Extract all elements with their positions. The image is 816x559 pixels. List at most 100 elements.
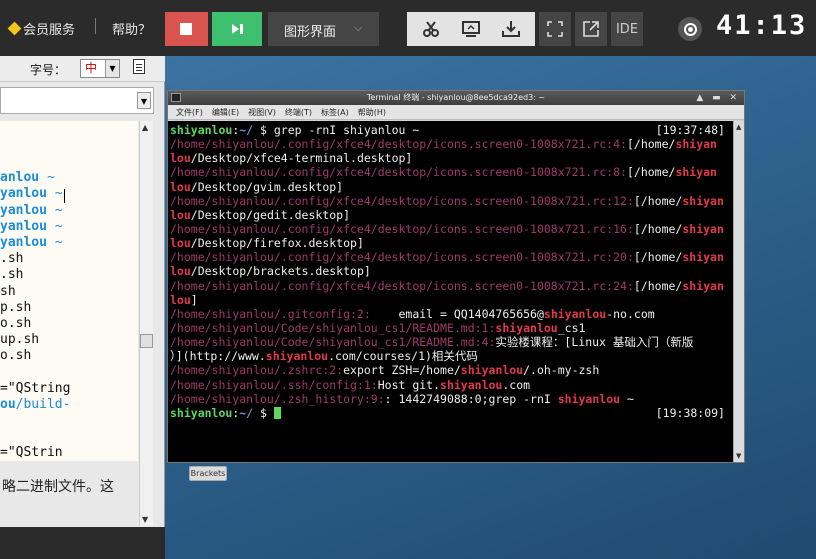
font-size-label: 字号： — [30, 63, 67, 77]
terminal-text: [/home/ — [633, 193, 683, 208]
scroll-up-icon[interactable]: ▲ — [142, 123, 148, 132]
terminal-text: shiyanlou — [170, 405, 233, 420]
terminal-line: lou/Desktop/gedit.desktop] — [170, 208, 733, 222]
fullscreen-button[interactable] — [539, 12, 571, 46]
prompt-timestamp: [19:37:48] — [655, 123, 725, 137]
terminal-text: [/home/ — [633, 278, 683, 293]
terminal-line: /home/shiyanlou/.config/xfce4/desktop/ic… — [170, 137, 733, 151]
code-highlight: anlou — [0, 170, 40, 186]
terminal-line: /home/shiyanlou/.config/xfce4/desktop/ic… — [170, 194, 733, 208]
stop-button[interactable] — [165, 12, 208, 46]
top-toolbar: 会员服务 帮助？ 图形界面 ⌵ IDE 41:13 — [0, 0, 816, 56]
terminal-window[interactable]: Terminal 终端 - shiyanlou@8ee5dca92ed3: ~ … — [167, 90, 745, 463]
terminal-cursor — [273, 406, 281, 419]
terminal-line: /home/shiyanlou/.gitconfig:2: email = QQ… — [170, 307, 733, 321]
desktop-icon-brackets[interactable]: Brackets — [189, 466, 227, 481]
code-line: yanlou ~ — [0, 203, 138, 219]
scroll-grip[interactable] — [140, 334, 153, 348]
open-external-button[interactable] — [575, 12, 607, 46]
terminal-title: Terminal 终端 - shiyanlou@8ee5dca92ed3: ~ — [366, 93, 546, 102]
eye-icon[interactable] — [678, 17, 702, 41]
code-highlight: yanlou — [0, 234, 47, 250]
terminal-line: /home/shiyanlou/Code/shiyanlou_cs1/READM… — [170, 335, 733, 349]
terminal-menu-item[interactable]: 编辑(E) — [212, 107, 239, 118]
terminal-text: lou — [170, 151, 191, 166]
terminal-titlebar[interactable]: Terminal 终端 - shiyanlou@8ee5dca92ed3: ~ … — [168, 91, 744, 105]
code-block: anlou ~ yanlou ~ yanlou ~ yanlou ~ yanlou ~.… — [0, 121, 138, 461]
panel-footer — [0, 527, 165, 559]
stop-icon — [180, 23, 192, 35]
terminal-text: shiyanlou — [460, 363, 524, 378]
terminal-text: shiyanlou — [495, 320, 558, 335]
terminal-line: /home/shiyanlou/.ssh/config:1:Host git.s… — [170, 378, 733, 392]
toolbar-divider — [95, 18, 96, 34]
terminal-text: email = QQ1404765656@ — [370, 306, 544, 321]
doc-scrollbar[interactable]: ▲ ▼ — [139, 121, 153, 526]
scissors-icon — [423, 21, 439, 37]
ide-label: IDE — [615, 21, 639, 37]
document-icon[interactable] — [133, 59, 145, 74]
code-line: sh — [0, 284, 138, 300]
terminal-text: /home/shiyanlou/.config/xfce4/desktop/ic… — [170, 193, 634, 208]
terminal-menu-item[interactable]: 终端(T) — [285, 107, 312, 118]
scissors-button[interactable] — [411, 12, 451, 46]
code-line: .sh — [0, 267, 138, 283]
terminal-text: /home/shiyanlou/.config/xfce4/desktop/ic… — [170, 278, 634, 293]
code-highlight: yanlou — [0, 218, 47, 234]
terminal-line: lou/Desktop/brackets.desktop] — [170, 264, 733, 278]
scroll-up-icon[interactable]: ▲ — [736, 123, 741, 131]
terminal-menubar: 文件(F) 编辑(E) 视图(V) 终端(T) 标签(A) 帮助(H) — [168, 105, 744, 120]
terminal-menu-item[interactable]: 帮助(H) — [358, 107, 386, 118]
terminal-text: /home/shiyanlou/.ssh/config:1: — [170, 377, 378, 392]
vip-service-link[interactable]: 会员服务 — [7, 19, 76, 38]
code-line: yanlou ~ — [0, 235, 138, 251]
screen-share-icon — [462, 21, 480, 37]
code-line: o.sh — [0, 348, 138, 364]
terminal-text: /.oh-my-zsh — [523, 363, 600, 378]
terminal-text: ~/ — [239, 405, 254, 420]
ide-button[interactable]: IDE — [611, 12, 643, 46]
code-text: ~ — [46, 186, 63, 202]
terminal-scrollbar[interactable]: ▲ ▼ — [733, 121, 744, 462]
terminal-text: lou — [170, 236, 191, 251]
terminal-line: shiyanlou:~/ $ [19:38:09] — [170, 406, 733, 420]
scroll-down-icon[interactable]: ▼ — [736, 452, 741, 460]
help-link[interactable]: 帮助？ — [112, 19, 151, 38]
terminal-text: _cs1 — [557, 320, 586, 335]
terminal-line: /home/shiyanlou/.zsh_history:9:: 1442749… — [170, 392, 733, 406]
download-button[interactable] — [491, 12, 531, 46]
terminal-line: lou/Desktop/firefox.desktop] — [170, 236, 733, 250]
run-button[interactable] — [212, 12, 262, 46]
terminal-text: /home/shiyanlou/Code/shiyanlou_cs1/READM… — [170, 335, 496, 350]
vip-service-label: 会员服务 — [23, 23, 76, 38]
screen-share-button[interactable] — [451, 12, 491, 46]
terminal-text: /Desktop/firefox.desktop] — [190, 236, 364, 251]
terminal-line: /home/shiyanlou/.config/xfce4/desktop/ic… — [170, 279, 733, 293]
terminal-text: $ grep -rnI shiyanlou ~ — [253, 123, 420, 137]
desktop-mode-select[interactable]: 图形界面 ⌵ — [268, 12, 379, 46]
terminal-text: export ZSH=/home/ — [343, 363, 461, 378]
terminal-text: [/home/ — [626, 165, 676, 180]
terminal-text: /home/shiyanlou/.config/xfce4/desktop/ic… — [170, 250, 634, 265]
section-select[interactable]: ▼ — [0, 87, 154, 114]
code-lines: anlou ~ yanlou ~ yanlou ~ yanlou ~ yanlou ~.… — [0, 121, 138, 461]
terminal-menu-item[interactable]: 标签(A) — [321, 107, 349, 118]
font-size-value: 中 — [85, 61, 98, 75]
code-line: p.sh — [0, 300, 138, 316]
terminal-text: shiyan — [682, 278, 724, 293]
terminal-menu-item[interactable]: 文件(F) — [176, 107, 203, 118]
terminal-text: /Desktop/xfce4-terminal.desktop] — [190, 151, 413, 166]
terminal-menu-item[interactable]: 视图(V) — [248, 107, 276, 118]
text-cursor — [64, 189, 65, 203]
terminal-line: /home/shiyanlou/.config/xfce4/desktop/ic… — [170, 250, 733, 264]
code-line: ="QStrin — [0, 445, 138, 461]
terminal-output[interactable]: shiyanlou:~/ $ grep -rnI shiyanlou ~ [19:… — [168, 121, 733, 462]
window-controls[interactable]: ▲ ▬ ✕ — [696, 91, 740, 105]
terminal-text: shiyan — [682, 193, 724, 208]
scroll-down-icon[interactable]: ▼ — [142, 515, 148, 524]
font-size-select[interactable]: 中 ▼ — [80, 59, 120, 78]
terminal-text: .com — [502, 377, 531, 392]
terminal-text: [/home/ — [633, 221, 683, 236]
